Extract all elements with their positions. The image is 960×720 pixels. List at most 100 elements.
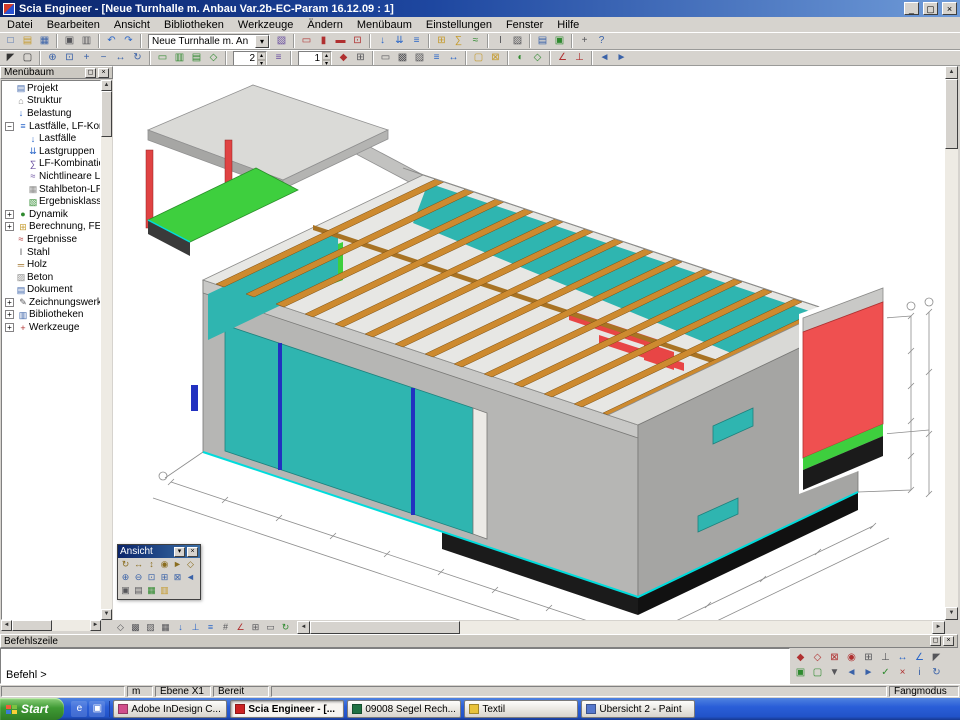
new-plate-icon[interactable]: ▬ <box>332 34 349 49</box>
clipping-box-icon[interactable]: ▢ <box>470 51 487 66</box>
surface-load-icon[interactable]: ≡ <box>408 34 425 49</box>
menu-bearbeiten[interactable]: Bearbeiten <box>40 18 107 32</box>
surfaces-toggle-icon[interactable]: ▨ <box>143 621 158 634</box>
section-view-icon[interactable]: ⊠ <box>487 51 504 66</box>
sidebar-item-holz[interactable]: ═Holz <box>2 258 100 271</box>
wireframe-mode-icon[interactable]: ▭ <box>377 51 394 66</box>
new-beam-icon[interactable]: ▭ <box>298 34 315 49</box>
sidebar-item-lastfälle[interactable]: ↓Lastfälle <box>2 132 100 145</box>
volumes-toggle-icon[interactable]: ▦ <box>158 621 173 634</box>
spinner-arrows-icon[interactable] <box>257 52 266 65</box>
supports-toggle-icon[interactable]: ⊥ <box>188 621 203 634</box>
zoom-selection-icon[interactable]: ⊠ <box>171 572 184 584</box>
sidebar-item-bibliotheken[interactable]: +▥Bibliotheken <box>2 309 100 322</box>
confirm-command-icon[interactable]: ✓ <box>877 666 894 681</box>
rotate-view-icon[interactable]: ↻ <box>129 51 146 66</box>
project-combo[interactable]: Neue Turnhalle m. An <box>148 34 270 49</box>
sidebar-item-ergebnisse[interactable]: ≈Ergebnisse <box>2 233 100 246</box>
expand-icon[interactable]: + <box>5 222 14 231</box>
menu-menübaum[interactable]: Menübaum <box>350 18 419 32</box>
render-mode-icon[interactable]: ◐ <box>512 51 529 66</box>
snap-midpoint-icon[interactable]: ◇ <box>809 651 826 666</box>
zoom-out-icon[interactable]: − <box>95 51 112 66</box>
coordinate-info-icon[interactable]: ∠ <box>554 51 571 66</box>
render-toggle-icon[interactable]: ▩ <box>128 621 143 634</box>
point-load-icon[interactable]: ↓ <box>374 34 391 49</box>
zoom-out-icon[interactable]: ⊖ <box>132 572 145 584</box>
minimize-button[interactable]: _ <box>904 2 919 15</box>
concrete-check-icon[interactable]: ▨ <box>509 34 526 49</box>
pin-icon[interactable] <box>85 68 96 78</box>
sidebar-item-belastung[interactable]: ↓Belastung <box>2 107 100 120</box>
selection-filter-icon[interactable]: ▼ <box>826 666 843 681</box>
fe-mesh-icon[interactable]: ⊞ <box>433 34 450 49</box>
scrollbar-thumb[interactable] <box>101 91 112 137</box>
scrollbar-track[interactable] <box>101 137 112 609</box>
hidden-line-mode-icon[interactable]: ▨ <box>411 51 428 66</box>
zoom-dynamic-icon[interactable]: ↕ <box>145 559 158 571</box>
taskbar-task-textil[interactable]: Textil <box>464 700 578 718</box>
orbit-view-icon[interactable]: ◉ <box>158 559 171 571</box>
scrollbar-track[interactable] <box>52 620 90 631</box>
command-panel-header[interactable]: Befehlszeile <box>0 634 958 648</box>
sidebar-horizontal-scrollbar[interactable] <box>1 620 101 631</box>
maximize-button[interactable]: ▢ <box>923 2 938 15</box>
sidebar-item-zeichnungswerkzeuge[interactable]: +✎Zeichnungswerkzeuge <box>2 296 100 309</box>
scroll-up-icon[interactable] <box>945 66 958 79</box>
close-icon[interactable] <box>187 547 198 557</box>
perspective-view-icon[interactable]: ◇ <box>529 51 546 66</box>
labels-toggle-icon[interactable]: ≡ <box>203 621 218 634</box>
scrollbar-thumb[interactable] <box>310 621 460 634</box>
viewport-horizontal-scrollbar[interactable] <box>297 621 945 634</box>
snap-center-icon[interactable]: ◉ <box>843 651 860 666</box>
grid-settings-icon[interactable]: ⊞ <box>352 51 369 66</box>
start-button[interactable]: Start <box>0 698 64 720</box>
scrollbar-thumb[interactable] <box>12 620 52 631</box>
viewport-3d[interactable]: Ansicht ↻↔↕◉►◇ ⊕⊖⊡⊞⊠◄ ▣▤▦▥ <box>113 66 945 620</box>
scroll-down-icon[interactable] <box>101 609 112 620</box>
collapse-icon[interactable] <box>174 547 185 557</box>
pin-icon[interactable] <box>930 636 941 646</box>
scroll-left-icon[interactable] <box>297 621 310 634</box>
menu-datei[interactable]: Datei <box>0 18 40 32</box>
previous-view-icon[interactable]: ◄ <box>596 51 613 66</box>
taskbar-task-adobe-indesign-c[interactable]: Adobe InDesign C... <box>113 700 227 718</box>
pan-view-icon[interactable]: ↔ <box>132 559 145 571</box>
new-column-icon[interactable]: ▮ <box>315 34 332 49</box>
steel-check-icon[interactable]: I <box>492 34 509 49</box>
menu-werkzeuge[interactable]: Werkzeuge <box>231 18 300 32</box>
scrollbar-track[interactable] <box>460 621 932 634</box>
sidebar-item-projekt[interactable]: ▤Projekt <box>2 82 100 95</box>
view-side-icon[interactable]: ▤ <box>188 51 205 66</box>
show-labels-icon[interactable]: ≡ <box>428 51 445 66</box>
regenerate-icon[interactable]: ↻ <box>278 621 293 634</box>
expand-icon[interactable]: + <box>5 310 14 319</box>
refresh-view-icon[interactable]: ↻ <box>928 666 945 681</box>
command-info-icon[interactable]: i <box>911 666 928 681</box>
snap-length-icon[interactable]: ↔ <box>894 651 911 666</box>
sidebar-item-stahlbeton-lfk[interactable]: ▦Stahlbeton-LFK <box>2 183 100 196</box>
next-view-icon[interactable]: ► <box>613 51 630 66</box>
scrollbar-track[interactable] <box>945 149 958 607</box>
new-opening-icon[interactable]: ⊡ <box>349 34 366 49</box>
sidebar-item-dokument[interactable]: ▤Dokument <box>2 284 100 297</box>
ansicht-toolbar[interactable]: Ansicht ↻↔↕◉►◇ ⊕⊖⊡⊞⊠◄ ▣▤▦▥ <box>117 544 201 600</box>
scroll-right-icon[interactable] <box>90 620 101 631</box>
viewport-vertical-scrollbar[interactable] <box>945 66 958 620</box>
menu-bibliotheken[interactable]: Bibliotheken <box>157 18 231 32</box>
view-front-icon[interactable]: ▭ <box>154 51 171 66</box>
menu-hilfe[interactable]: Hilfe <box>550 18 586 32</box>
shrink-toggle-icon[interactable]: ▭ <box>263 621 278 634</box>
zoom-in-icon[interactable]: + <box>78 51 95 66</box>
layers-icon[interactable]: ≡ <box>270 51 287 66</box>
sidebar-item-berechnung-fe-netz[interactable]: +⊞Berechnung, FE-Netz <box>2 221 100 234</box>
scroll-down-icon[interactable] <box>945 607 958 620</box>
show-dimensions-icon[interactable]: ↔ <box>445 51 462 66</box>
view-direction-icon[interactable]: ◇ <box>113 621 128 634</box>
sidebar-item-beton[interactable]: ▨Beton <box>2 271 100 284</box>
print-view-icon[interactable]: ▣ <box>119 585 132 597</box>
snap-grid-icon[interactable]: ⊞ <box>860 651 877 666</box>
taskbar-task-09008-segel-rech[interactable]: 09008 Segel Rech... <box>347 700 461 718</box>
menu-ansicht[interactable]: Ansicht <box>107 18 157 32</box>
select-cursor-icon[interactable]: ◤ <box>2 51 19 66</box>
